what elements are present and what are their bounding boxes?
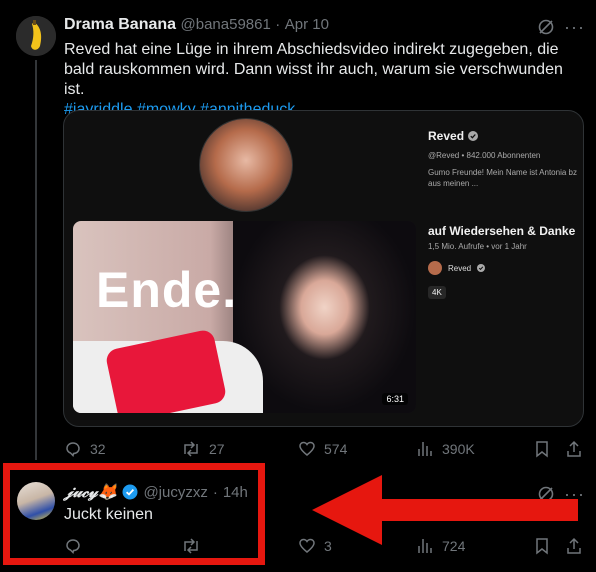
video-channel-verified-icon bbox=[477, 264, 486, 272]
grok-icon[interactable] bbox=[537, 18, 555, 36]
reply-count: 32 bbox=[90, 441, 106, 457]
video-title: auf Wiedersehen & Danke bbox=[428, 224, 576, 238]
video-duration: 6:31 bbox=[382, 393, 408, 405]
more-options-icon[interactable]: ··· bbox=[564, 17, 585, 38]
reply-icon bbox=[64, 440, 82, 458]
banana-logo-icon bbox=[16, 16, 56, 56]
header-separator: · bbox=[275, 16, 281, 33]
retweet-count: 27 bbox=[209, 441, 225, 457]
channel-name-row: Reved bbox=[428, 129, 479, 143]
author-name[interactable]: Drama Banana bbox=[64, 16, 176, 33]
views-count: 390K bbox=[442, 441, 475, 457]
views-icon bbox=[416, 440, 434, 458]
channel-desc-line2: aus meinen ... bbox=[428, 179, 479, 188]
video-thumbnail[interactable]: Ende. 6:31 bbox=[73, 221, 416, 413]
verified-check-icon bbox=[468, 131, 479, 141]
thumbnail-title-text: Ende. bbox=[96, 262, 238, 318]
channel-description: Gumo Freunde! Mein Name ist Antonia bz a… bbox=[428, 167, 577, 189]
reply-bookmark-icon[interactable] bbox=[533, 537, 551, 555]
tweet-header: Drama Banana @bana59861 · Apr 10 bbox=[64, 16, 329, 34]
channel-avatar bbox=[199, 118, 293, 212]
reply-views-count: 724 bbox=[442, 538, 466, 554]
channel-name: Reved bbox=[428, 129, 465, 143]
channel-meta: @Reved • 842.000 Abonnenten bbox=[428, 151, 541, 160]
annotation-arrow-head bbox=[312, 475, 382, 545]
media-card[interactable]: Reved @Reved • 842.000 Abonnenten Gumo F… bbox=[63, 110, 584, 427]
video-channel-name: Reved bbox=[448, 263, 472, 273]
author-handle[interactable]: @bana59861 bbox=[181, 16, 271, 33]
reply-share-icon[interactable] bbox=[565, 537, 583, 555]
retweet-icon bbox=[181, 440, 201, 458]
thread-line bbox=[35, 60, 37, 460]
video-channel-row: Reved bbox=[428, 261, 486, 275]
annotation-highlight-box bbox=[3, 463, 265, 565]
tweet-text: Reved hat eine Lüge in ihrem Abschiedsvi… bbox=[64, 41, 563, 98]
author-avatar[interactable] bbox=[16, 16, 56, 56]
reply-button[interactable]: 32 bbox=[64, 440, 106, 458]
views-button[interactable]: 390K bbox=[416, 440, 475, 458]
annotation-arrow-shaft bbox=[378, 499, 578, 521]
reply-views-button[interactable]: 724 bbox=[416, 537, 465, 555]
share-icon[interactable] bbox=[565, 440, 583, 458]
like-button[interactable]: 574 bbox=[298, 440, 347, 458]
heart-icon bbox=[298, 440, 316, 458]
reply-views-icon bbox=[416, 537, 434, 555]
video-channel-avatar bbox=[428, 261, 442, 275]
quality-badge: 4K bbox=[428, 286, 446, 299]
retweet-button[interactable]: 27 bbox=[181, 440, 225, 458]
like-count: 574 bbox=[324, 441, 348, 457]
tweet-text-block: Reved hat eine Lüge in ihrem Abschiedsvi… bbox=[64, 40, 584, 120]
channel-desc-line1: Gumo Freunde! Mein Name ist Antonia bz bbox=[428, 168, 577, 177]
video-meta: 1,5 Mio. Aufrufe • vor 1 Jahr bbox=[428, 242, 527, 251]
tweet-date[interactable]: Apr 10 bbox=[285, 16, 329, 33]
bookmark-icon[interactable] bbox=[533, 440, 551, 458]
